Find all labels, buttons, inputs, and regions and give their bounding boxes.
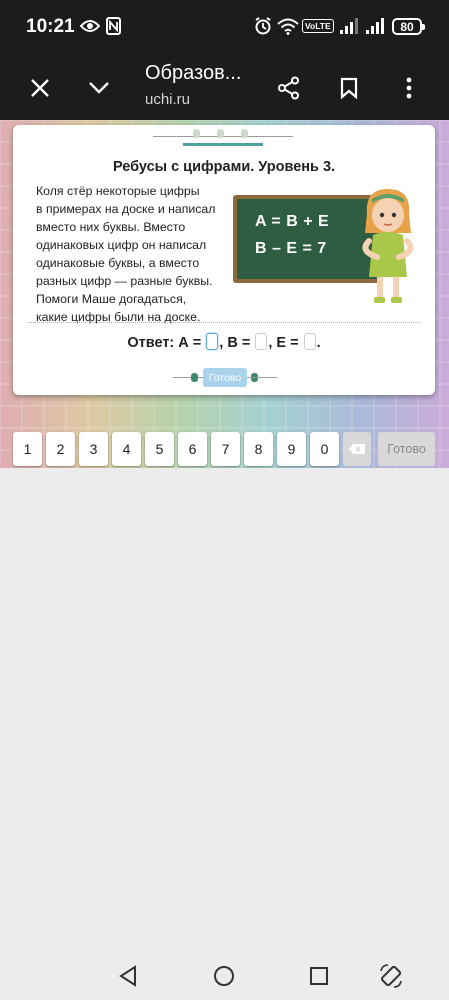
task-card: Ребусы с цифрами. Уровень 3. Коля стёр н… [13, 125, 435, 395]
status-bar: 10:21 VoLTE 80 [0, 0, 449, 56]
key-4[interactable]: 4 [112, 432, 141, 466]
number-keypad: 1 2 3 4 5 6 7 8 9 0 Готово [0, 432, 449, 468]
nav-recents-button[interactable] [305, 962, 333, 990]
key-2[interactable]: 2 [46, 432, 75, 466]
alarm-icon [254, 16, 272, 36]
keypad-done-button[interactable]: Готово [378, 432, 435, 466]
decor-line [247, 377, 277, 378]
task-line: какие цифры были на доске. [36, 310, 201, 324]
done-button-small[interactable]: Готово [203, 368, 247, 387]
task-title: Ребусы с цифрами. Уровень 3. [112, 159, 336, 175]
share-button[interactable] [269, 68, 309, 108]
task-line: в примерах на доске и написал [36, 202, 216, 216]
answer-b-input[interactable] [255, 333, 268, 350]
backspace-button[interactable] [343, 432, 371, 466]
wifi-icon [277, 16, 299, 36]
nav-home-button[interactable] [210, 962, 238, 990]
clip-icon [191, 373, 198, 382]
answer-e-input[interactable] [303, 333, 316, 350]
board-equation-1: A = B + E [255, 213, 330, 230]
bookmark-button[interactable] [329, 68, 369, 108]
eye-icon [80, 16, 100, 36]
battery-indicator: 80 [392, 18, 425, 35]
browser-toolbar: Образов... uchi.ru [0, 56, 449, 120]
chevron-down-icon [89, 82, 109, 94]
signal-icon-1 [340, 16, 358, 36]
key-3[interactable]: 3 [79, 432, 108, 466]
share-icon [278, 76, 299, 100]
lamp-icon [241, 129, 248, 138]
task-line: Коля стёр некоторые цифры [36, 184, 200, 198]
board-equation-2: B – E = 7 [255, 240, 327, 257]
page-url: uchi.ru [145, 91, 191, 108]
answer-end: . [316, 335, 321, 351]
key-7[interactable]: 7 [211, 432, 240, 466]
key-9[interactable]: 9 [277, 432, 306, 466]
system-nav-bar [0, 952, 449, 1000]
recents-square-icon [310, 967, 328, 985]
back-triangle-icon [119, 965, 136, 987]
key-8[interactable]: 8 [244, 432, 273, 466]
close-button[interactable] [20, 68, 60, 108]
task-line: одинаковые буквы, а вместо [36, 256, 200, 270]
signal-icon-2 [366, 16, 384, 36]
task-line: вместо них буквы. Вместо [36, 220, 186, 234]
decor-line [173, 377, 203, 378]
volte-icon: VoLTE [302, 16, 334, 36]
status-time: 10:21 [26, 16, 75, 37]
bookmark-icon [340, 77, 358, 99]
nfc-icon [106, 16, 121, 36]
collapse-button[interactable] [79, 68, 119, 108]
web-content: Ребусы с цифрами. Уровень 3. Коля стёр н… [0, 120, 449, 468]
task-line: Помоги Маше догадаться, [36, 292, 187, 306]
task-description: Коля стёр некоторые цифры в примерах на … [36, 182, 236, 326]
lamp-icon [217, 129, 224, 138]
key-0[interactable]: 0 [310, 432, 339, 466]
more-vert-icon [406, 77, 412, 99]
nav-back-button[interactable] [114, 962, 142, 990]
girl-illustration [362, 189, 414, 303]
rotate-screen-button[interactable] [377, 962, 405, 990]
answer-a-label: А = [178, 335, 202, 351]
page-title: Образов... [145, 62, 242, 84]
task-line: одинаковых цифр он написал [36, 238, 207, 252]
answer-a-input[interactable] [206, 333, 219, 350]
answer-e-label: , Е = [268, 335, 299, 351]
answer-row: Ответ: А = , В = , Е = . [13, 333, 435, 351]
lamp-icon [193, 129, 200, 138]
key-6[interactable]: 6 [178, 432, 207, 466]
home-circle-icon [214, 966, 234, 986]
screen: 10:21 VoLTE 80 Образов... uchi.ru Ребусы… [0, 0, 449, 1000]
decor-bar [183, 143, 263, 146]
key-5[interactable]: 5 [145, 432, 174, 466]
rotate-icon [380, 964, 402, 988]
close-icon [31, 79, 49, 97]
key-1[interactable]: 1 [13, 432, 42, 466]
divider [28, 322, 420, 323]
menu-button[interactable] [389, 68, 429, 108]
backspace-icon [349, 444, 365, 454]
answer-b-label: , В = [219, 335, 251, 351]
task-line: разных цифр — разные буквы. [36, 274, 213, 288]
answer-label: Ответ: [127, 335, 175, 351]
